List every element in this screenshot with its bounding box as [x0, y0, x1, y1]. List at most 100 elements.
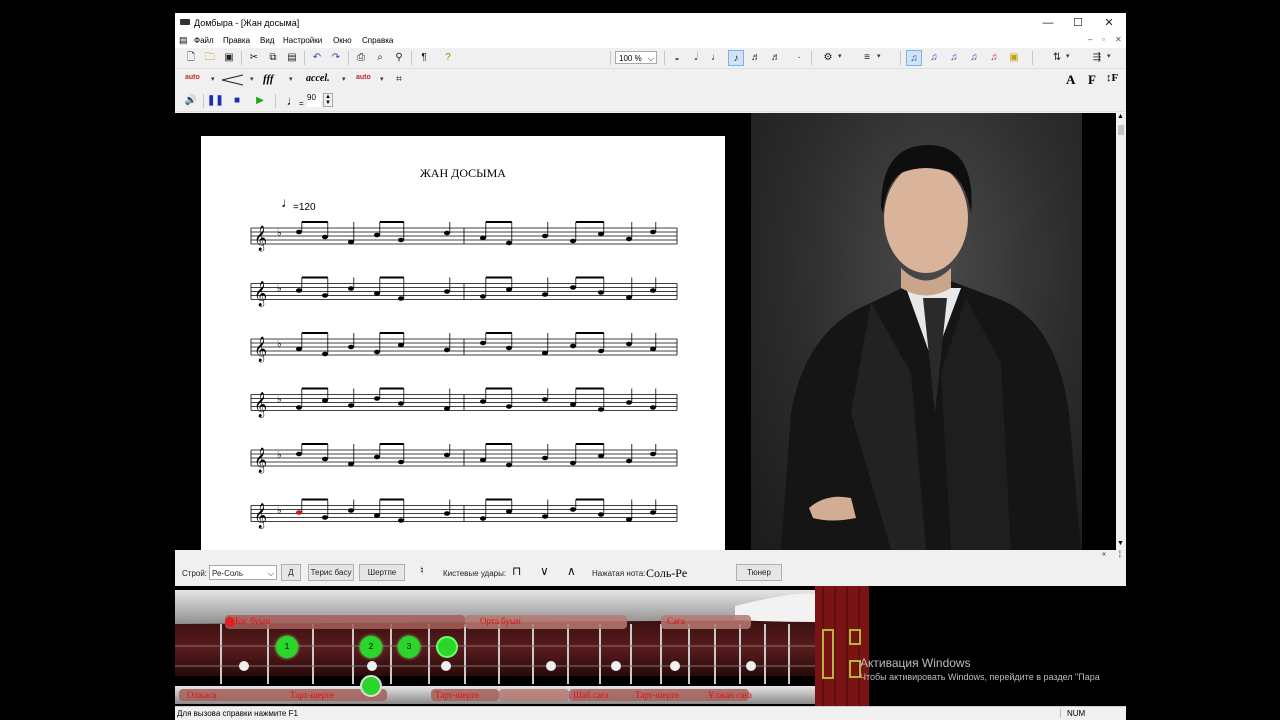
tuning-select[interactable]: Ре-Соль ⌵ — [209, 565, 277, 580]
auto-crescendo-button[interactable]: auto — [185, 74, 200, 81]
mdi-close-button[interactable]: ✕ — [1115, 35, 1122, 44]
svg-text:♭: ♭ — [277, 228, 282, 239]
auto-beam-icon[interactable]: ♫ — [906, 50, 922, 66]
svg-text:𝄞: 𝄞 — [254, 225, 267, 251]
finger-dot-active[interactable] — [436, 636, 458, 658]
technique-label-4: Шаб саға — [573, 690, 609, 700]
undo-icon[interactable]: ↶ — [309, 50, 325, 66]
zoom-select[interactable]: 100 % ⌵ — [615, 51, 657, 64]
svg-text:♭: ♭ — [277, 339, 282, 350]
menu-file[interactable]: Файл — [194, 36, 214, 45]
status-bar: Для вызова справки нажмите F1 NUM — [175, 706, 1126, 720]
lyrics-icon[interactable]: ▣ — [1006, 50, 1022, 66]
redo-icon[interactable]: ↷ — [328, 50, 344, 66]
stroke-mode-icon[interactable]: ♮ — [420, 564, 424, 577]
finger-dot-1[interactable]: 1 — [276, 636, 298, 658]
tempo-input[interactable]: 90 — [307, 93, 321, 107]
menu-window[interactable]: Окно — [333, 36, 352, 45]
minimize-button[interactable]: — — [1034, 15, 1062, 31]
paste-icon[interactable]: ▤ — [284, 50, 300, 66]
align-icon[interactable]: ⇶ — [1089, 50, 1105, 66]
finger-dot-lower[interactable] — [360, 675, 382, 697]
play-icon[interactable]: ▶ — [252, 93, 268, 109]
print-preview-icon[interactable]: ⌕ — [372, 50, 388, 66]
tuplet-icon[interactable]: ⚙ — [820, 50, 836, 66]
staff-system: 𝄞 ♭ — [250, 443, 678, 473]
whole-note-icon[interactable]: 𝅝 — [669, 50, 685, 66]
sixteenth-note-icon[interactable]: ♬ — [748, 50, 764, 66]
new-file-icon[interactable]: 🗋 — [183, 50, 199, 66]
menu-view[interactable]: Вид — [260, 36, 274, 45]
menu-settings[interactable]: Настройки — [283, 36, 322, 45]
help-icon[interactable]: ? — [440, 50, 456, 66]
voice-up-icon[interactable]: ⇅ — [1049, 50, 1065, 66]
score-page: ЖАН ДОСЫМА ♩ =120 𝄞 ♭ 𝄞 ♭ 𝄞 ♭ 𝄞 ♭ 𝄞 ♭ 𝄞 ♭ — [201, 136, 725, 550]
pause-icon[interactable]: ❚❚ — [207, 93, 224, 109]
hairpin-icon[interactable] — [221, 74, 245, 86]
fret-zone-bass-label: Бас буын — [235, 616, 271, 626]
thirtysecond-note-icon[interactable]: ♬ — [768, 50, 784, 66]
beam-join-icon[interactable]: ♫ — [926, 50, 942, 66]
quarter-note-icon[interactable]: ♩ — [708, 50, 724, 66]
staff-system: 𝄞 ♭ — [250, 498, 678, 529]
pressed-note-label: Нажатая нота: — [592, 569, 646, 578]
strokes-label: Кистевые удары: — [443, 569, 507, 578]
upstroke-caret-icon[interactable]: ∧ — [567, 564, 576, 578]
font-style-button[interactable]: F — [1088, 72, 1096, 88]
eighth-note-icon[interactable]: ♪ — [728, 50, 744, 66]
maximize-button[interactable]: ☐ — [1064, 15, 1092, 31]
technique-label-5: Тарт-шерте — [635, 690, 679, 700]
artist-photo — [751, 113, 1082, 550]
horizontal-scrollbar[interactable]: « ¦ — [175, 550, 1126, 560]
downstroke-icon[interactable]: ⊓ — [512, 564, 521, 578]
svg-text:♭: ♭ — [277, 284, 282, 295]
app-icon — [180, 19, 190, 25]
mdi-minimize-button[interactable]: – — [1088, 35, 1092, 44]
beam-split-icon[interactable]: ♫ — [946, 50, 962, 66]
title-bar: Домбыра - [Жан досыма] — ☐ ✕ — [175, 13, 1126, 33]
dynamics-button[interactable]: fff — [263, 73, 274, 85]
save-icon[interactable]: ▣ — [221, 50, 237, 66]
upstroke-v-icon[interactable]: ∨ — [540, 564, 549, 578]
half-note-icon[interactable]: 𝅗𝅥 — [688, 50, 704, 66]
d-button[interactable]: Д — [281, 564, 301, 581]
score-staves: 𝄞 ♭𝄞 ♭𝄞 ♭𝄞 ♭𝄞 ♭𝄞 ♭ — [250, 221, 678, 529]
copy-icon[interactable]: ⧉ — [265, 50, 281, 66]
mdi-restore-button[interactable]: ▫ — [1102, 35, 1105, 44]
playback-toolbar: 🔊 ❚❚ ■ ▶ ♩ = 90 ▲ ▼ — [175, 91, 1126, 112]
tuner-button[interactable]: Тюнер — [736, 564, 782, 581]
dot-icon[interactable]: · — [791, 50, 807, 66]
ornament-icon[interactable]: ⌗ — [391, 72, 407, 88]
svg-text:♭: ♭ — [277, 395, 282, 406]
beam-reset-icon[interactable]: ♫ — [966, 50, 982, 66]
svg-text:♭: ♭ — [277, 450, 282, 461]
open-folder-icon[interactable]: 🗀 — [202, 50, 218, 66]
technique-label-6: Ұлжан саға — [708, 690, 753, 700]
note-color-icon[interactable]: ♫ — [986, 50, 1002, 66]
svg-text:𝄞: 𝄞 — [254, 281, 267, 307]
reverse-strike-button[interactable]: Терис басу — [308, 564, 354, 581]
close-button[interactable]: ✕ — [1095, 15, 1123, 31]
stop-icon[interactable]: ■ — [229, 93, 245, 109]
staff-system: 𝄞 ♭ — [250, 387, 678, 418]
tempo-change-button[interactable]: accel. — [306, 73, 330, 84]
paragraph-icon[interactable]: ¶ — [416, 50, 432, 66]
font-size-up-button[interactable]: A — [1066, 72, 1075, 88]
find-icon[interactable]: ⚲ — [391, 50, 407, 66]
cut-icon[interactable]: ✂ — [246, 50, 262, 66]
rest-icon[interactable]: ≡ — [859, 50, 875, 66]
shertpe-button[interactable]: Шертпе — [359, 564, 405, 581]
auto-tempo-button[interactable]: auto — [356, 74, 371, 81]
tempo-spinner[interactable]: ▲ ▼ — [323, 93, 333, 107]
pressed-note-value: Соль-Ре — [646, 566, 688, 580]
finger-dot-3[interactable]: 3 — [398, 636, 420, 658]
document-icon[interactable]: ▤ — [179, 35, 188, 46]
finger-dot-2[interactable]: 2 — [360, 636, 382, 658]
font-settings-button[interactable]: ↕F — [1106, 72, 1118, 84]
menu-help[interactable]: Справка — [362, 36, 393, 45]
vertical-scrollbar[interactable]: ▲ ▼ — [1116, 113, 1126, 550]
menu-edit[interactable]: Правка — [223, 36, 250, 45]
print-icon[interactable]: ⎙ — [353, 50, 369, 66]
status-help-text: Для вызова справки нажмите F1 — [177, 709, 298, 718]
speaker-icon[interactable]: 🔊 — [183, 93, 199, 109]
